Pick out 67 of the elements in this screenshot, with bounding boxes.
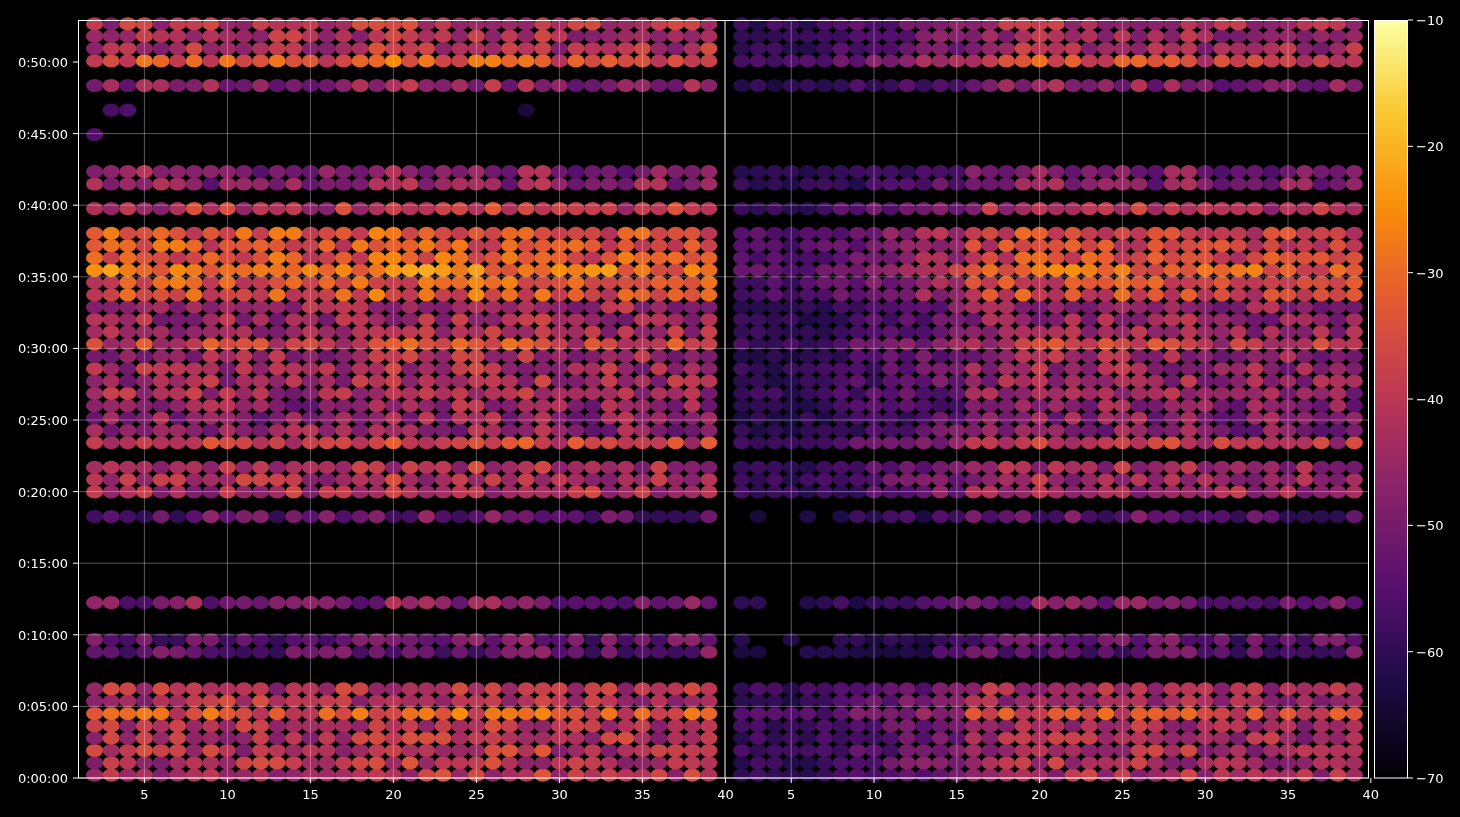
tick-mark	[558, 777, 560, 784]
y-tick-label: 0:10:00	[17, 627, 68, 643]
x-tick-label: 5	[787, 787, 796, 802]
tick-mark	[1204, 777, 1206, 784]
tick-mark	[1407, 651, 1414, 653]
colorbar-tick-label: −70	[1416, 771, 1444, 786]
colorbar-tick-label: −50	[1416, 518, 1444, 534]
x-tick-label: 30	[1196, 787, 1214, 802]
tick-mark	[72, 276, 79, 278]
tick-mark	[873, 777, 875, 784]
colorbar-tick-label: −10	[1416, 13, 1444, 28]
tick-mark	[309, 777, 311, 784]
colorbar-tick-label: −30	[1416, 265, 1444, 281]
x-tick-label: 15	[302, 787, 319, 802]
x-tick-label: 40	[717, 787, 734, 802]
tick-mark	[143, 777, 145, 784]
y-tick-label: 0:05:00	[17, 699, 68, 715]
colorbar-tick-label: −60	[1416, 644, 1444, 660]
y-tick-label: 0:00:00	[17, 771, 68, 786]
y-tick-label: 0:50:00	[17, 55, 68, 70]
x-tick-label: 25	[468, 787, 485, 802]
x-tick-label: 15	[948, 787, 966, 802]
x-tick-label: 25	[1114, 787, 1131, 802]
y-tick-label: 0:35:00	[17, 269, 68, 285]
y-tick-label: 0:15:00	[17, 556, 68, 572]
colorbar-tick-label: −40	[1416, 392, 1444, 407]
tick-mark	[226, 777, 228, 784]
tick-mark	[641, 777, 643, 784]
tick-mark	[72, 491, 79, 493]
tick-mark	[475, 777, 477, 784]
tick-mark	[72, 562, 79, 564]
x-tick-label: 40	[1362, 787, 1380, 802]
x-tick-label: 35	[634, 787, 651, 802]
tick-mark	[1407, 398, 1414, 400]
tick-mark	[1407, 19, 1414, 21]
tick-mark	[1370, 777, 1372, 784]
tick-mark	[72, 419, 79, 421]
tick-mark	[72, 777, 79, 779]
y-tick-label: 0:45:00	[17, 126, 68, 142]
x-tick-label: 5	[140, 787, 149, 802]
tick-mark	[1407, 272, 1414, 274]
x-tick-label: 10	[865, 787, 883, 802]
tick-mark	[1287, 777, 1289, 784]
tick-mark	[790, 777, 792, 784]
tick-mark	[1407, 524, 1414, 526]
tick-mark	[72, 634, 79, 636]
y-tick-label: 0:30:00	[17, 341, 68, 357]
tick-mark	[72, 61, 79, 63]
y-tick-label: 0:20:00	[17, 484, 68, 500]
tick-mark	[72, 347, 79, 349]
tick-mark	[72, 705, 79, 707]
x-tick-label: 35	[1279, 787, 1297, 802]
colorbar-tick-label: −20	[1416, 139, 1444, 155]
tick-mark	[392, 777, 394, 784]
tick-mark	[956, 777, 958, 784]
tick-mark	[72, 133, 79, 135]
tick-mark	[1039, 777, 1041, 784]
x-tick-label: 10	[219, 787, 236, 802]
tick-mark	[72, 204, 79, 206]
tick-mark	[1407, 777, 1414, 779]
x-tick-label: 20	[1031, 787, 1048, 802]
y-tick-label: 0:25:00	[17, 413, 68, 428]
x-tick-label: 20	[385, 787, 402, 802]
y-tick-label: 0:40:00	[17, 198, 68, 214]
tick-mark	[1407, 145, 1414, 147]
tick-mark	[1121, 777, 1123, 784]
x-tick-label: 30	[551, 787, 568, 802]
